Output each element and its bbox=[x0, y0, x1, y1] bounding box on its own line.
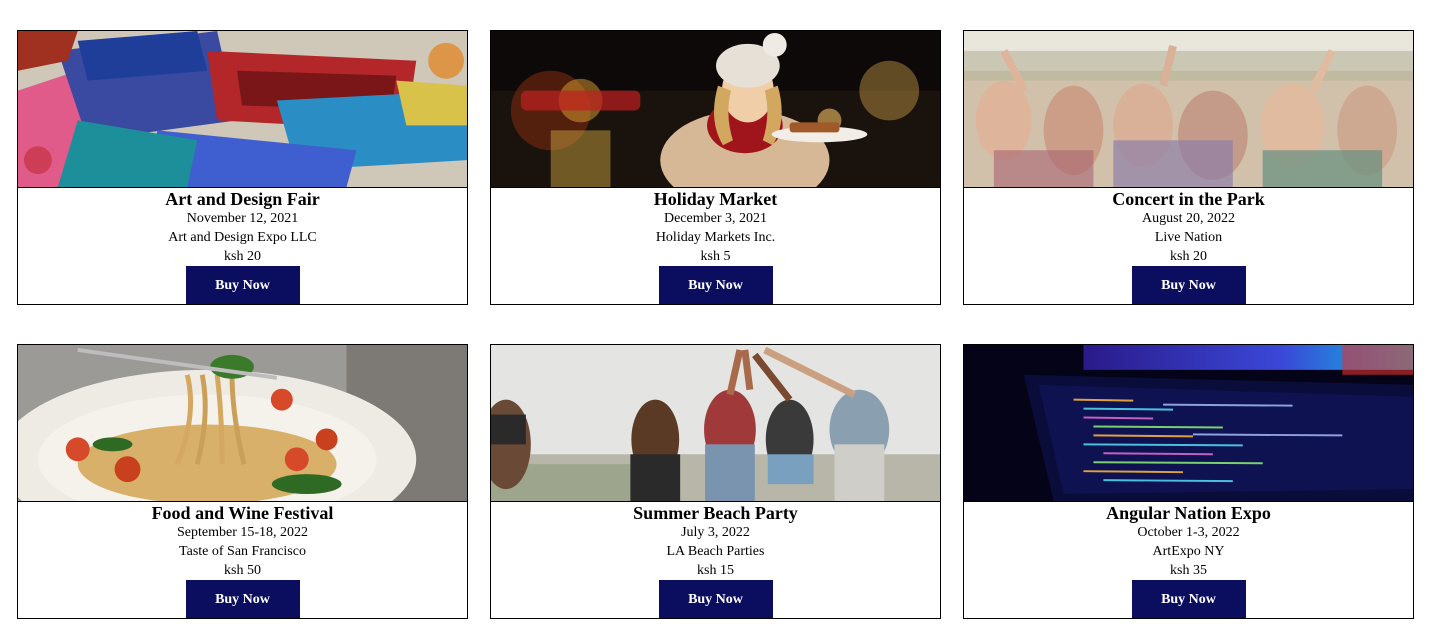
concert-crowd-photo bbox=[964, 31, 1413, 188]
event-organizer: Art and Design Expo LLC bbox=[168, 230, 317, 245]
buy-now-button[interactable]: Buy Now bbox=[185, 580, 300, 618]
event-card: Angular Nation Expo October 1-3, 2022 Ar… bbox=[963, 344, 1414, 619]
card-body: Angular Nation Expo October 1-3, 2022 Ar… bbox=[964, 502, 1413, 618]
event-card: Summer Beach Party July 3, 2022 LA Beach… bbox=[490, 344, 941, 619]
event-card-grid: Art and Design Fair November 12, 2021 Ar… bbox=[17, 30, 1414, 619]
beach-party-friends-photo bbox=[491, 345, 940, 502]
event-card: Holiday Market December 3, 2021 Holiday … bbox=[490, 30, 941, 305]
buy-now-button[interactable]: Buy Now bbox=[185, 266, 300, 304]
event-price: ksh 15 bbox=[697, 563, 734, 578]
card-body: Concert in the Park August 20, 2022 Live… bbox=[964, 188, 1413, 304]
paint-brushes-photo bbox=[18, 31, 467, 188]
event-date: September 15-18, 2022 bbox=[176, 525, 309, 540]
card-body: Art and Design Fair November 12, 2021 Ar… bbox=[18, 188, 467, 304]
event-title: Concert in the Park bbox=[1112, 189, 1265, 209]
event-title: Holiday Market bbox=[653, 189, 778, 209]
event-card: Art and Design Fair November 12, 2021 Ar… bbox=[17, 30, 468, 305]
event-organizer: Taste of San Francisco bbox=[179, 544, 306, 559]
event-organizer: ArtExpo NY bbox=[1152, 544, 1225, 559]
buy-now-button[interactable]: Buy Now bbox=[1131, 580, 1246, 618]
event-organizer: Holiday Markets Inc. bbox=[655, 230, 776, 245]
event-price: ksh 50 bbox=[224, 563, 261, 578]
event-price: ksh 20 bbox=[224, 249, 261, 264]
event-date: October 1-3, 2022 bbox=[1137, 525, 1240, 540]
card-body: Food and Wine Festival September 15-18, … bbox=[18, 502, 467, 618]
spaghetti-plate-photo bbox=[18, 345, 467, 502]
event-date: December 3, 2021 bbox=[663, 211, 768, 226]
event-price: ksh 5 bbox=[700, 249, 731, 264]
laptop-code-screen-photo bbox=[964, 345, 1413, 502]
event-date: July 3, 2022 bbox=[681, 525, 750, 540]
card-body: Summer Beach Party July 3, 2022 LA Beach… bbox=[491, 502, 940, 618]
card-body: Holiday Market December 3, 2021 Holiday … bbox=[491, 188, 940, 304]
event-organizer: Live Nation bbox=[1154, 230, 1223, 245]
buy-now-button[interactable]: Buy Now bbox=[658, 266, 773, 304]
event-price: ksh 20 bbox=[1170, 249, 1207, 264]
woman-holiday-market-photo bbox=[491, 31, 940, 188]
event-organizer: LA Beach Parties bbox=[666, 544, 765, 559]
event-date: August 20, 2022 bbox=[1142, 211, 1235, 226]
event-title: Angular Nation Expo bbox=[1106, 503, 1271, 523]
event-title: Summer Beach Party bbox=[633, 503, 798, 523]
event-card: Food and Wine Festival September 15-18, … bbox=[17, 344, 468, 619]
buy-now-button[interactable]: Buy Now bbox=[658, 580, 773, 618]
event-price: ksh 35 bbox=[1170, 563, 1207, 578]
buy-now-button[interactable]: Buy Now bbox=[1131, 266, 1246, 304]
event-card: Concert in the Park August 20, 2022 Live… bbox=[963, 30, 1414, 305]
event-title: Art and Design Fair bbox=[165, 189, 320, 209]
event-title: Food and Wine Festival bbox=[151, 503, 334, 523]
event-date: November 12, 2021 bbox=[186, 211, 299, 226]
